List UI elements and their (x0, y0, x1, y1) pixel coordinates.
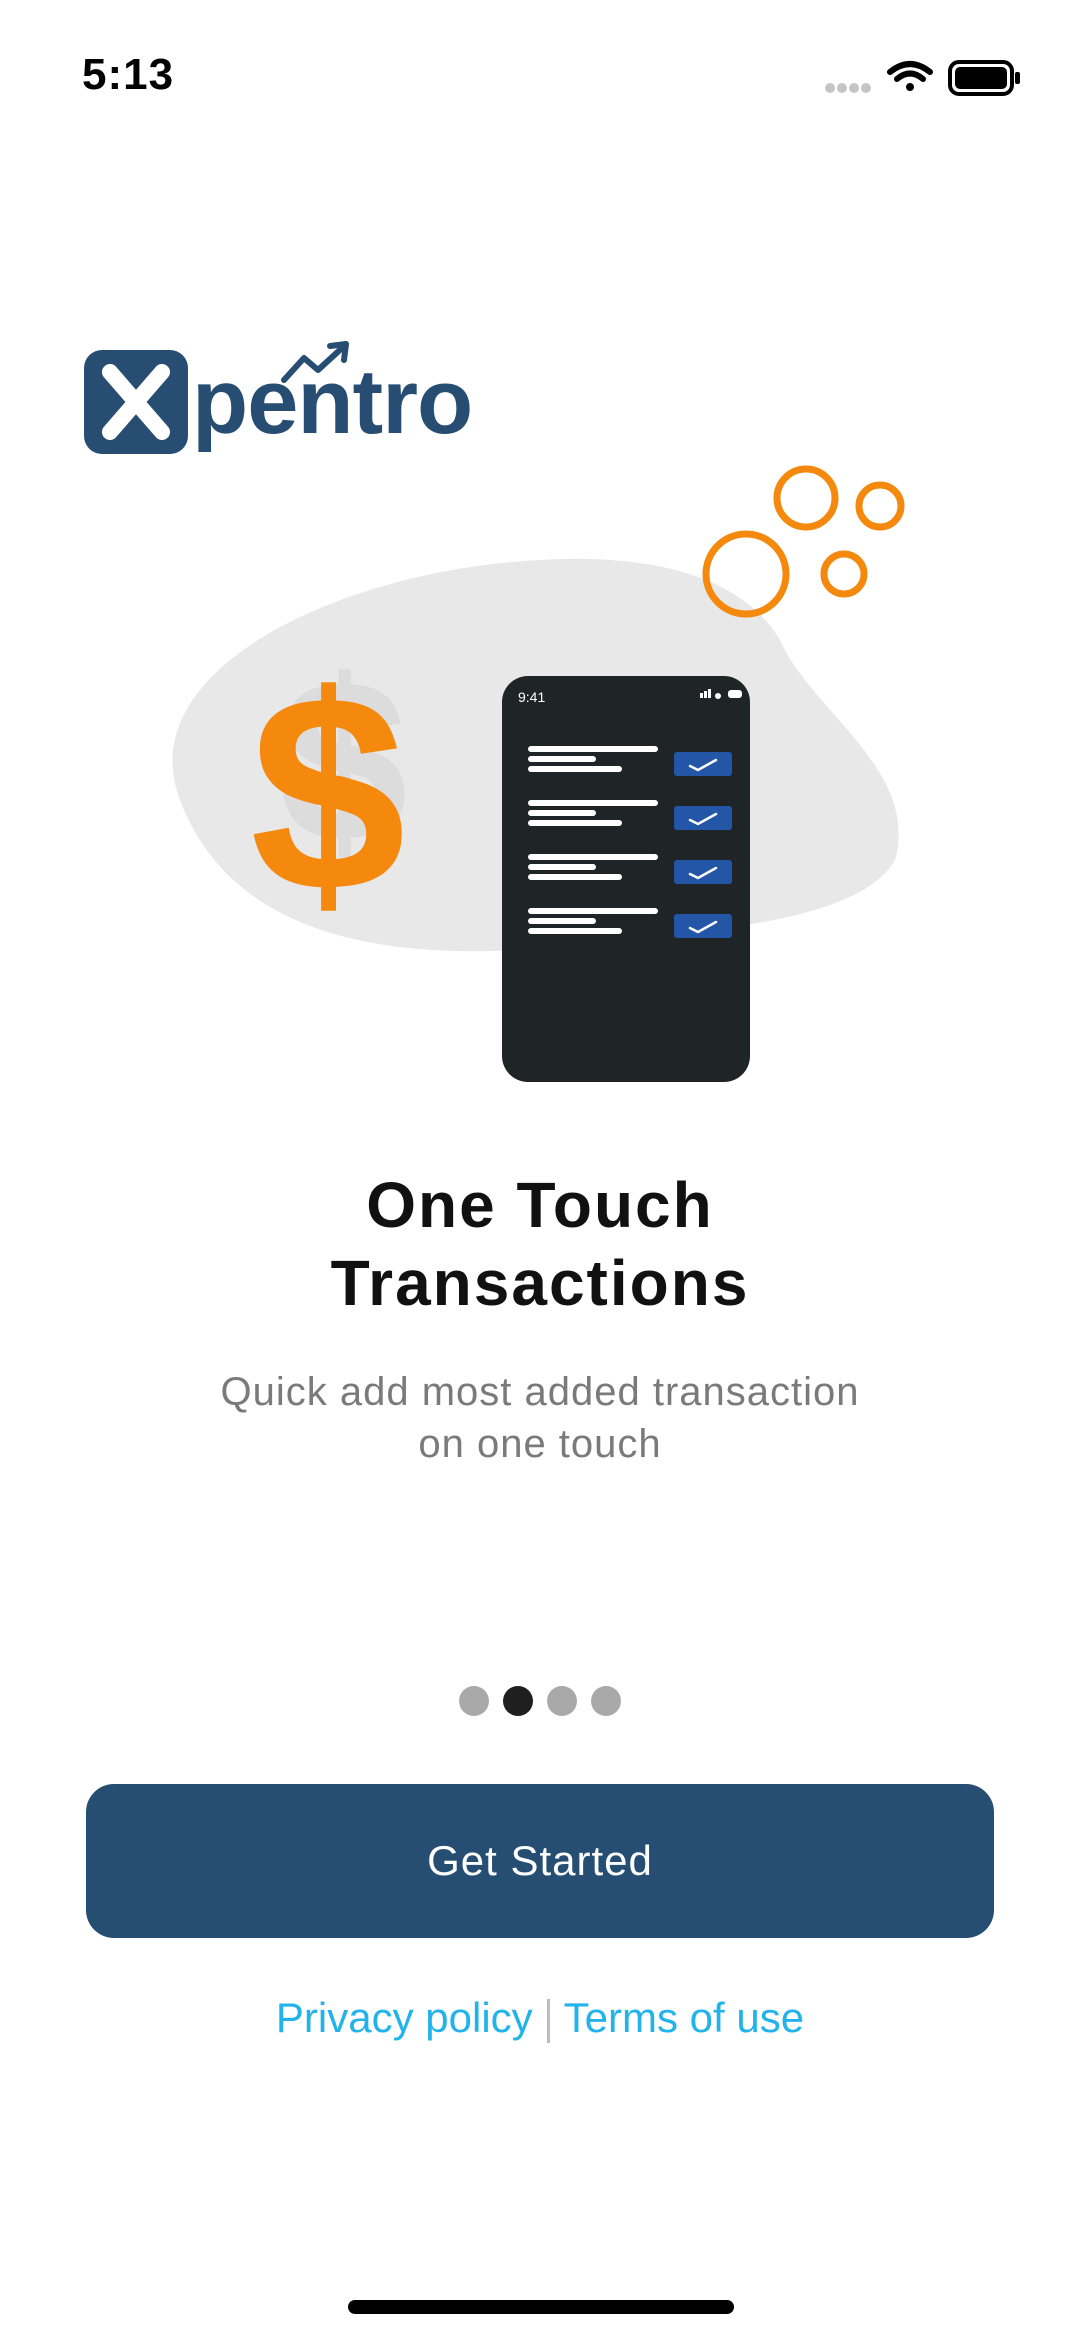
onboarding-illustration: $ $ 9:41 (172, 465, 905, 1082)
bubbles-decoration (702, 465, 905, 618)
status-time: 5:13 (82, 50, 175, 99)
page-dot-3[interactable] (547, 1686, 577, 1716)
subtitle-line-2: on one touch (418, 1422, 662, 1466)
get-started-button[interactable]: Get Started (86, 1784, 994, 1938)
footer-links: Privacy policy Terms of use (0, 1994, 1080, 2043)
page-indicator (0, 1686, 1080, 1716)
home-indicator[interactable] (348, 2300, 734, 2314)
check-badge-icon (674, 752, 732, 776)
page-dot-1[interactable] (459, 1686, 489, 1716)
check-badge-icon (674, 914, 732, 938)
subtitle-line-1: Quick add most added transaction (220, 1370, 860, 1414)
app-logo: pentro (84, 341, 473, 458)
title-line-1: One Touch (366, 1169, 714, 1241)
privacy-policy-link[interactable]: Privacy policy (276, 1994, 533, 2041)
link-divider (546, 1998, 550, 2043)
title-line-2: Transactions (330, 1247, 750, 1319)
phone-time: 9:41 (518, 689, 545, 705)
page-dot-2[interactable] (503, 1686, 533, 1716)
page-title: One Touch Transactions (0, 1166, 1080, 1322)
wifi-icon (887, 61, 933, 91)
page-dot-4[interactable] (591, 1686, 621, 1716)
trend-arrow-icon (281, 341, 349, 383)
check-badge-icon (674, 860, 732, 884)
status-icons (825, 60, 1020, 96)
battery-icon (948, 60, 1020, 96)
terms-of-use-link[interactable]: Terms of use (564, 1994, 804, 2041)
page-subtitle: Quick add most added transaction on one … (0, 1366, 1080, 1470)
signal-dots-icon (825, 83, 871, 93)
status-bar: 5:13 (0, 0, 1080, 150)
logo-x-mark (84, 350, 188, 454)
dollar-icon: $ (250, 638, 406, 950)
check-badge-icon (674, 806, 732, 830)
